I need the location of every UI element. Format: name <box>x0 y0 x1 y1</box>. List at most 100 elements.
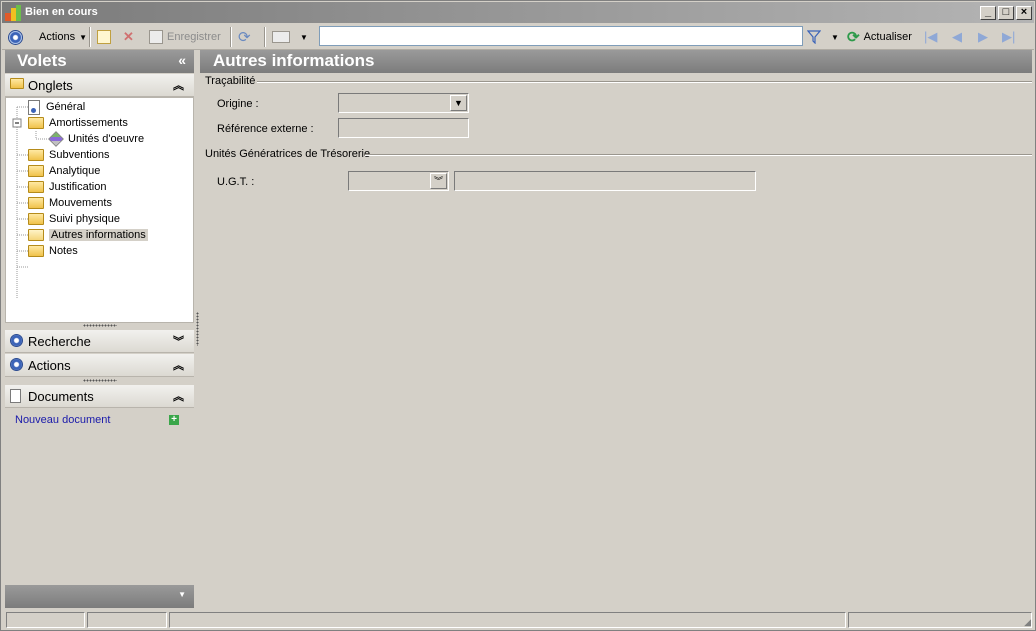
tree-item-autres-informations[interactable]: Autres informations <box>28 227 148 243</box>
tree-item-justification[interactable]: Justification <box>28 179 106 195</box>
status-cell <box>6 612 85 628</box>
tree-item-general[interactable]: Général <box>28 99 85 115</box>
actions-menu-label: Actions <box>39 31 76 43</box>
documents-title: Documents <box>28 389 94 404</box>
volets-header: Volets « <box>5 50 194 73</box>
ugt-label: U.G.T. : <box>217 176 255 188</box>
sync-button[interactable]: ⟳ <box>238 27 251 47</box>
collapse-pane-icon[interactable]: « <box>178 52 186 68</box>
new-document-link[interactable]: Nouveau document <box>15 414 110 426</box>
delete-button[interactable]: ✕ <box>123 27 134 47</box>
reference-externe-field[interactable] <box>338 118 469 138</box>
folder-icon <box>28 213 44 225</box>
chevron-down-icon[interactable]: ︾ <box>173 333 184 349</box>
chevron-down-icon[interactable]: ▼ <box>450 95 467 111</box>
origine-label: Origine : <box>217 98 259 110</box>
main-header: Autres informations <box>200 50 1032 73</box>
tree-item-label: Analytique <box>49 165 101 177</box>
minimize-button[interactable]: _ <box>980 6 996 20</box>
origine-select[interactable]: ▼ <box>338 93 469 113</box>
reference-externe-label: Référence externe : <box>217 123 314 135</box>
tree-item-unites-oeuvre[interactable]: Unités d'oeuvre <box>48 131 144 147</box>
tree-item-label: Subventions <box>49 149 110 161</box>
tree-item-mouvements[interactable]: Mouvements <box>28 195 112 211</box>
tree-item-notes[interactable]: Notes <box>28 243 78 259</box>
volets-title: Volets <box>17 51 67 70</box>
save-label: Enregistrer <box>167 31 221 43</box>
tree-item-subventions[interactable]: Subventions <box>28 147 110 163</box>
chevron-up-icon[interactable]: ︽ <box>173 77 184 93</box>
previous-record-button[interactable]: ◀ <box>952 27 962 47</box>
tree-item-amortissements[interactable]: Amortissements <box>28 115 128 131</box>
last-record-button[interactable]: ▶| <box>1002 27 1015 47</box>
status-cell <box>848 612 1032 628</box>
chevron-down-icon: ▼ <box>831 32 839 42</box>
first-record-button[interactable]: |◀ <box>924 27 937 47</box>
documents-panel-header[interactable]: Documents ︽ <box>5 385 194 408</box>
next-record-button[interactable]: ▶ <box>978 27 988 47</box>
delete-icon: ✕ <box>123 29 134 44</box>
status-cell <box>87 612 167 628</box>
chevron-down-icon: ▼ <box>79 32 87 42</box>
close-button[interactable]: × <box>1016 6 1032 20</box>
tree-item-analytique[interactable]: Analytique <box>28 163 100 179</box>
folder-icon <box>28 165 44 177</box>
filter-icon <box>807 30 821 44</box>
printer-icon <box>272 31 290 43</box>
left-pane: Volets « Onglets ︽ Général Amortissement… <box>5 50 194 609</box>
search-input[interactable] <box>320 27 802 45</box>
refresh-button[interactable]: ⟳ Actualiser <box>847 27 912 47</box>
title-bar[interactable]: Bien en cours _ □ × <box>2 2 1034 23</box>
recherche-panel-header[interactable]: Recherche ︾ <box>5 330 194 353</box>
toolbar-separator <box>230 27 232 47</box>
next-record-icon: ▶ <box>978 29 988 44</box>
tree-item-suivi-physique[interactable]: Suivi physique <box>28 211 120 227</box>
actions-panel-title: Actions <box>28 358 71 373</box>
toolbar-separator <box>89 27 91 47</box>
save-icon <box>149 30 163 44</box>
page-title: Autres informations <box>213 51 375 70</box>
tree-item-label: Amortissements <box>49 117 128 129</box>
folder-icon <box>28 117 44 129</box>
window-title: Bien en cours <box>25 6 98 18</box>
ugt-description-field[interactable] <box>454 171 756 191</box>
search-box[interactable] <box>319 26 803 46</box>
actions-circle-icon <box>8 29 23 45</box>
tree-item-label: Notes <box>49 245 78 257</box>
ugt-select[interactable]: ︾ <box>348 171 449 191</box>
add-icon[interactable]: + <box>169 415 179 425</box>
tree-item-label: Autres informations <box>49 229 148 241</box>
tree-item-label: Général <box>46 101 86 113</box>
app-icon <box>5 5 21 21</box>
pane-bottom-bar[interactable]: ▼ <box>5 585 194 608</box>
ugt-group-title: Unités Génératrices de Trésorerie <box>205 148 371 160</box>
onglets-panel-header[interactable]: Onglets ︽ <box>5 74 194 97</box>
resize-grip-icon[interactable]: ◢ <box>1024 617 1031 628</box>
onglets-title: Onglets <box>28 78 73 93</box>
folder-icon <box>28 245 44 257</box>
chevron-up-icon[interactable]: ︽ <box>173 388 184 404</box>
search-circle-icon <box>10 334 23 347</box>
panel-splitter[interactable] <box>83 379 117 382</box>
previous-record-icon: ◀ <box>952 29 962 44</box>
pane-splitter[interactable] <box>196 312 199 346</box>
actions-panel-header[interactable]: Actions ︽ <box>5 354 194 377</box>
actions-menu-button[interactable]: Actions ▼ <box>8 27 87 47</box>
double-chevron-down-icon[interactable]: ︾ <box>430 173 447 189</box>
refresh-label: Actualiser <box>863 31 912 43</box>
chevron-down-icon[interactable]: ▼ <box>178 590 186 599</box>
document-icon <box>10 389 21 403</box>
sync-icon: ⟳ <box>238 29 251 46</box>
last-record-icon: ▶| <box>1002 29 1016 44</box>
save-button[interactable]: Enregistrer <box>149 27 221 47</box>
panel-splitter[interactable] <box>83 324 117 327</box>
filter-button[interactable]: ▼ <box>807 27 839 47</box>
open-folder-icon <box>28 229 44 241</box>
group-divider <box>257 81 1032 83</box>
new-button[interactable] <box>97 27 111 47</box>
folder-icon <box>28 197 44 209</box>
chevron-up-icon[interactable]: ︽ <box>173 357 184 373</box>
folder-icon <box>28 149 44 161</box>
print-button[interactable]: ▼ <box>272 27 308 47</box>
maximize-button[interactable]: □ <box>998 6 1014 20</box>
